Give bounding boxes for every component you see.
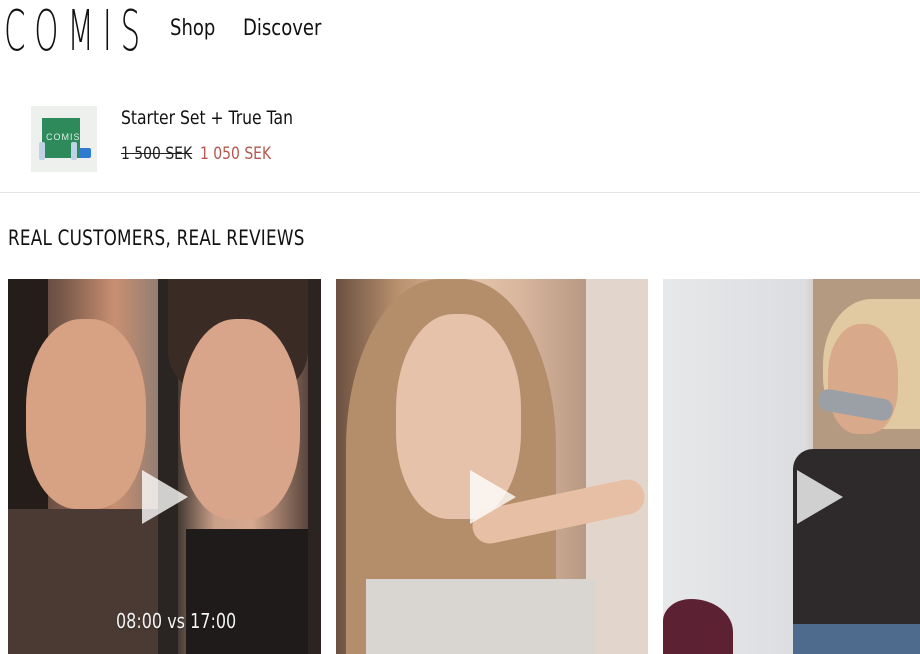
review-video-card[interactable]: 08:00 vs 17:00 [8,279,321,654]
product-thumbnail[interactable]: COMIS [31,106,97,172]
hair-edge [308,279,321,654]
play-icon[interactable] [142,470,188,524]
play-icon[interactable] [470,470,516,524]
video-caption: 08:00 vs 17:00 [116,609,237,633]
product-summary-bar: COMIS Starter Set + True Tan 1 500 SEK 1… [0,92,920,193]
jar-image [79,148,91,158]
face-left [26,319,146,509]
bottle-image [39,142,45,160]
jacket-right [186,529,321,654]
shirt [366,579,596,654]
site-header: COMIS Shop Discover [0,0,920,70]
original-price: 1 500 SEK [121,144,193,164]
review-video-card[interactable] [663,279,920,654]
nav-shop-link[interactable]: Shop [170,14,215,44]
main-nav: Shop Discover [170,14,339,44]
jeans [793,624,920,654]
section-title: REAL CUSTOMERS, REAL REVIEWS [8,226,305,250]
thumbnail-brand-label: COMIS [46,132,81,142]
product-name[interactable]: Starter Set + True Tan [121,107,293,129]
bottle-image [71,142,77,160]
plant [663,599,733,654]
logo-text: COMIS [4,0,149,64]
nav-discover-link[interactable]: Discover [243,14,321,44]
sale-price: 1 050 SEK [200,144,272,164]
review-video-card[interactable] [336,279,648,654]
face-right [180,319,300,519]
play-icon[interactable] [797,470,843,524]
